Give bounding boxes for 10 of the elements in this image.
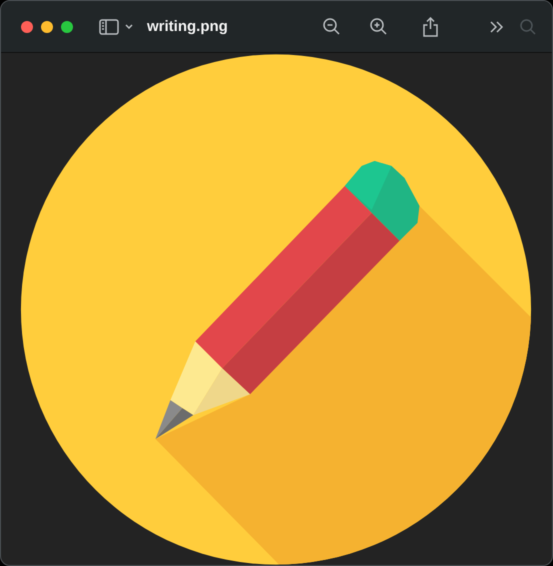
- sidebar-icon[interactable]: [99, 18, 119, 34]
- close-button[interactable]: [21, 20, 33, 32]
- chevron-down-icon[interactable]: [125, 24, 133, 29]
- minimize-button[interactable]: [41, 20, 53, 32]
- share-icon[interactable]: [422, 16, 438, 36]
- window-title: writing.png: [147, 18, 228, 35]
- zoom-in-icon[interactable]: [370, 18, 387, 35]
- more-icon[interactable]: [490, 20, 504, 32]
- zoom-out-icon[interactable]: [322, 18, 340, 35]
- zoom-button[interactable]: [61, 20, 73, 32]
